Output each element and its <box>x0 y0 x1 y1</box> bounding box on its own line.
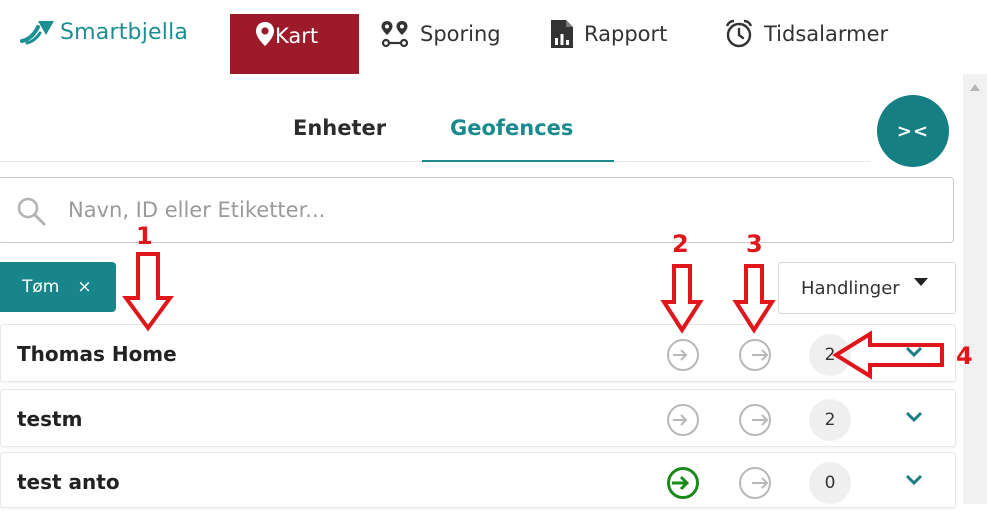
actions-dropdown-label: Handlinger <box>801 277 900 299</box>
annotation-down-arrow-icon <box>660 264 704 334</box>
nav-item-tidsalarmer[interactable]: Tidsalarmer <box>724 14 888 54</box>
search-input[interactable] <box>68 190 928 230</box>
tab-enheter[interactable]: Enheter <box>293 110 386 146</box>
chevron-down-icon[interactable] <box>904 473 924 487</box>
enter-geofence-icon[interactable] <box>666 403 700 437</box>
brand-logo[interactable]: Smartbjella <box>18 14 188 50</box>
active-tab-indicator <box>422 160 614 162</box>
annotation-down-arrow-icon <box>732 264 776 334</box>
geofence-row[interactable]: testm 2 <box>0 389 956 447</box>
geofence-name: test anto <box>17 470 120 494</box>
tab-geofences[interactable]: Geofences <box>450 110 573 146</box>
wifi-signal-icon <box>20 21 54 45</box>
scroll-up-arrow-icon[interactable] <box>970 84 980 91</box>
alarm-clock-icon <box>724 19 754 49</box>
scrollbar[interactable] <box>963 74 987 504</box>
map-pin-icon <box>255 21 275 52</box>
collapse-panel-button[interactable]: >< <box>877 95 949 167</box>
alert-count-badge: 2 <box>809 399 851 441</box>
nav-item-kart[interactable]: Kart <box>230 14 359 74</box>
annotation-number: 2 <box>672 230 689 258</box>
brand-name: Smartbjella <box>60 19 189 45</box>
geofence-name: testm <box>17 407 83 431</box>
nav-item-label: Kart <box>275 24 319 48</box>
nav-item-label: Tidsalarmer <box>764 22 889 46</box>
alert-count-badge: 0 <box>809 462 851 504</box>
nav-item-label: Sporing <box>420 22 501 46</box>
report-icon <box>550 19 574 49</box>
chip-label: Tøm <box>22 277 60 297</box>
actions-dropdown[interactable]: Handlinger <box>778 262 956 314</box>
clear-filter-chip[interactable]: Tøm × <box>0 262 116 312</box>
annotation-down-arrow-icon <box>122 252 174 332</box>
route-icon <box>380 19 410 49</box>
exit-geofence-icon[interactable] <box>738 338 772 372</box>
caret-down-icon <box>913 278 928 286</box>
geofence-name: Thomas Home <box>17 342 177 366</box>
enter-geofence-icon[interactable] <box>666 338 700 372</box>
chevron-down-icon[interactable] <box>904 410 924 424</box>
nav-item-sporing[interactable]: Sporing <box>380 14 501 54</box>
geofence-row[interactable]: Thomas Home 2 <box>0 324 956 382</box>
nav-item-label: Rapport <box>584 22 668 46</box>
annotation-number: 3 <box>746 230 763 258</box>
geofence-row[interactable]: test anto 0 <box>0 452 956 508</box>
search-icon <box>17 197 46 226</box>
nav-item-rapport[interactable]: Rapport <box>550 14 667 54</box>
annotation-left-arrow-icon <box>832 330 944 380</box>
annotation-number: 1 <box>136 222 153 250</box>
exit-geofence-icon[interactable] <box>738 403 772 437</box>
annotation-number: 4 <box>956 342 973 370</box>
close-icon[interactable]: × <box>77 277 91 297</box>
enter-geofence-icon[interactable] <box>666 466 700 500</box>
exit-geofence-icon[interactable] <box>738 466 772 500</box>
